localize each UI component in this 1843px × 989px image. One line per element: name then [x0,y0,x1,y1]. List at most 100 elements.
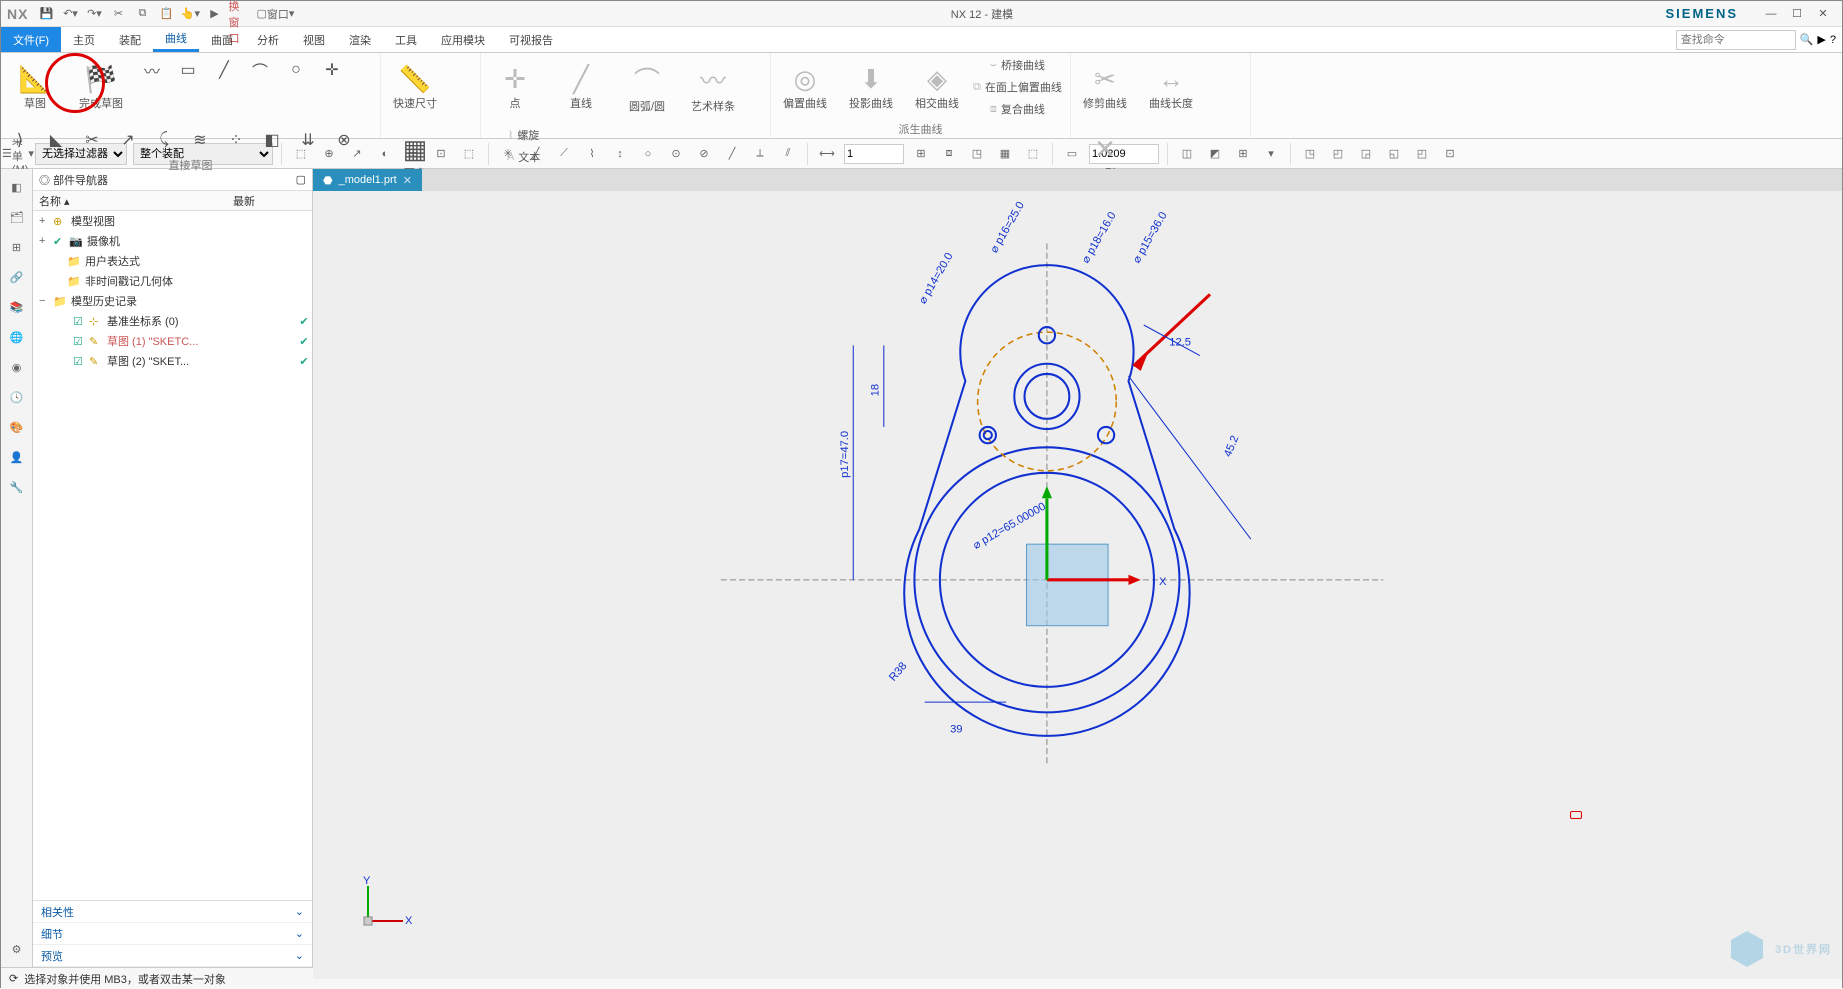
col-name[interactable]: 名称 ▴ [33,193,233,209]
arc-icon[interactable]: ⌒ [245,55,275,85]
tab-close-icon[interactable]: ✕ [403,174,412,187]
reuse-icon[interactable]: 📚 [5,295,29,319]
footer-relation[interactable]: 相关性⌄ [33,901,312,923]
project-curve-button: ⬇投影曲线 [841,55,901,119]
pattern-icon[interactable]: ⁘ [221,125,251,155]
close-icon[interactable]: ✕ [1810,4,1836,24]
menu-curve[interactable]: 曲线 [153,27,199,52]
constraint-icon[interactable]: 🔗 [5,265,29,289]
quick-dim-button[interactable]: 📏快速尺寸 [385,55,445,119]
assembly-nav-icon[interactable]: ⊞ [5,235,29,259]
menu-analysis[interactable]: 分析 [245,27,291,52]
menu-visual-report[interactable]: 可视报告 [497,27,565,52]
search-icon[interactable]: 🔍 [1800,33,1814,46]
status-icon: ⟳ [9,972,18,985]
ribbon-group-dim: 📏快速尺寸 ▦更多 [381,53,481,138]
web-icon[interactable]: 🌐 [5,325,29,349]
tree-row[interactable]: 📁非时间戳记几何体 [33,271,312,291]
undo-icon[interactable]: ↶▾ [60,4,80,24]
line-icon[interactable]: ╱ [209,55,239,85]
tool-icon[interactable]: ⬚ [1022,143,1044,165]
menu-surface[interactable]: 曲面 [199,27,245,52]
menu-view[interactable]: 视图 [291,27,337,52]
switch-window-button[interactable]: 切换窗口 [228,4,248,24]
tool-icon[interactable]: ⫽ [777,143,799,165]
arc-button: ⌒圆弧/圆 [617,55,677,119]
guide-icon[interactable]: ◉ [5,355,29,379]
value-input[interactable] [844,144,904,164]
cut-icon[interactable]: ✂ [108,4,128,24]
tree-row[interactable]: ☑⊹基准坐标系 (0)✔ [33,311,312,331]
chamfer-icon[interactable]: ◣ [41,125,71,155]
navigator-icon[interactable]: ◧ [5,175,29,199]
col-latest[interactable]: 最新 [233,193,312,209]
rect-icon[interactable]: ▭ [173,55,203,85]
tool-icon[interactable]: ◰ [1327,143,1349,165]
svg-text:Y: Y [363,876,371,887]
ribbon-group-label: 派生曲线 [775,119,1066,139]
line-button: ╱直线 [551,55,611,119]
redo-icon[interactable]: ↷▾ [84,4,104,24]
menu-tools[interactable]: 工具 [383,27,429,52]
tool-icon[interactable]: ▦ [994,143,1016,165]
tree-row-active[interactable]: ☑✎草图 (1) "SKETC...✔ [33,331,312,351]
history-icon[interactable]: 🕓 [5,385,29,409]
tool-icon[interactable]: ▾ [1260,143,1282,165]
paste-icon[interactable]: 📋 [156,4,176,24]
offset-icon[interactable]: ≋ [185,125,215,155]
roles-icon[interactable]: 👤 [5,445,29,469]
extend-icon[interactable]: ↗ [113,125,143,155]
save-icon[interactable]: 💾 [36,4,56,24]
tree-row[interactable]: ☑✎草图 (2) "SKET...✔ [33,351,312,371]
project-icon[interactable]: ⇊ [293,125,323,155]
maximize-icon[interactable]: ☐ [1784,4,1810,24]
tool-icon[interactable]: ⊞ [910,143,932,165]
fillet-icon[interactable]: ⟩ [5,125,35,155]
minimize-icon[interactable]: — [1758,4,1784,24]
trim-icon[interactable]: ✂ [77,125,107,155]
tool-icon[interactable]: ◲ [1355,143,1377,165]
menu-application[interactable]: 应用模块 [429,27,497,52]
tool-icon[interactable]: ⧈ [938,143,960,165]
tree-row[interactable]: 📁用户表达式 [33,251,312,271]
tree-row[interactable]: +⊕模型视图 [33,211,312,231]
window-menu[interactable]: ▢ 窗口 ▾ [252,4,298,24]
footer-preview[interactable]: 预览⌄ [33,945,312,967]
tree-row[interactable]: +✔📷摄像机 [33,231,312,251]
tool-icon[interactable]: ◳ [1299,143,1321,165]
menu-file[interactable]: 文件(F) [1,27,61,52]
corner-icon[interactable]: ⤹ [149,125,179,155]
part-nav-icon[interactable]: 🗂 [5,205,29,229]
circle-icon[interactable]: ○ [281,55,311,85]
tool-icon[interactable]: 🔧 [5,475,29,499]
mirror-icon[interactable]: ◧ [257,125,287,155]
copy-icon[interactable]: ⧉ [132,4,152,24]
search-input[interactable] [1676,30,1796,50]
app-logo: NX [7,6,28,22]
color-icon[interactable]: 🎨 [5,415,29,439]
footer-detail[interactable]: 细节⌄ [33,923,312,945]
dim-text: 12.5 [1169,336,1191,348]
finish-sketch-button[interactable]: 🏁完成草图 [71,55,131,119]
dim-text: ⌀ p14=20.0 [917,251,956,306]
viewport[interactable]: ⌀ p16=25.0 ⌀ p18=16.0 ⌀ p15=36.0 ⌀ p14=2… [313,191,1842,979]
settings-icon[interactable]: ⚙ [5,937,29,961]
menu-assembly[interactable]: 装配 [107,27,153,52]
help-icon[interactable]: ? [1830,34,1836,46]
resume-icon[interactable]: ▶ [204,4,224,24]
tool-icon[interactable]: ◳ [966,143,988,165]
tool-icon[interactable]: ◱ [1383,143,1405,165]
menu-home[interactable]: 主页 [61,27,107,52]
intersect-icon[interactable]: ⊗ [329,125,359,155]
play-icon[interactable]: ▶ [1817,33,1825,46]
tool-icon[interactable]: ⊡ [1439,143,1461,165]
tool-icon[interactable]: ◰ [1411,143,1433,165]
menu-render[interactable]: 渲染 [337,27,383,52]
profile-icon[interactable]: 〰 [137,55,167,85]
touch-icon[interactable]: 👆▾ [180,4,200,24]
document-tab[interactable]: ⬣ _model1.prt ✕ [313,169,422,191]
tool-icon[interactable]: ⟷ [816,143,838,165]
axis-x-label: X [1159,576,1167,588]
point-icon[interactable]: ✛ [317,55,347,85]
tree-row[interactable]: −📁模型历史记录 [33,291,312,311]
